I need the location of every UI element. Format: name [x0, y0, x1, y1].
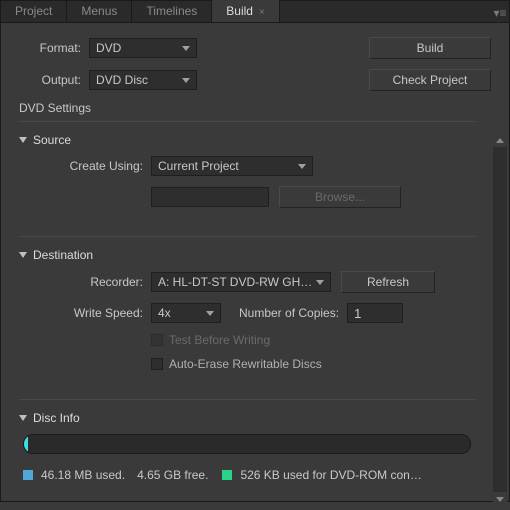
- dvd-settings-title: DVD Settings: [19, 101, 491, 115]
- destination-group: Destination Recorder: A: HL-DT-ST DVD-RW…: [19, 245, 475, 387]
- disc-usage-fill: [24, 435, 28, 453]
- disc-info-group: Disc Info 46.18 MB used. 4.65 GB free. 5…: [19, 408, 475, 488]
- chevron-down-icon: [316, 280, 324, 285]
- auto-erase-label: Auto-Erase Rewritable Discs: [169, 357, 322, 371]
- copies-input[interactable]: [347, 303, 403, 323]
- chevron-down-icon: [182, 46, 190, 51]
- source-header[interactable]: Source: [19, 130, 475, 150]
- build-panel: Format: DVD Build Output: DVD Disc Check…: [1, 23, 509, 510]
- disc-info-header[interactable]: Disc Info: [19, 408, 475, 428]
- format-dropdown[interactable]: DVD: [89, 38, 197, 58]
- scroll-track[interactable]: [493, 147, 507, 492]
- disclosure-triangle-icon: [19, 137, 27, 143]
- auto-erase-checkbox[interactable]: [151, 358, 163, 370]
- check-project-button[interactable]: Check Project: [369, 69, 491, 91]
- refresh-button[interactable]: Refresh: [341, 271, 435, 293]
- test-before-checkbox[interactable]: [151, 334, 163, 346]
- used-swatch-icon: [23, 470, 33, 480]
- copies-label: Number of Copies:: [239, 306, 339, 320]
- source-group: Source Create Using: Current Project Bro…: [19, 130, 475, 224]
- output-dropdown[interactable]: DVD Disc: [89, 70, 197, 90]
- chevron-down-icon: [206, 311, 214, 316]
- chevron-down-icon: [298, 164, 306, 169]
- close-icon[interactable]: ×: [259, 7, 265, 18]
- browse-button[interactable]: Browse...: [279, 186, 401, 208]
- recorder-dropdown[interactable]: A: HL-DT-ST DVD-RW GH…: [151, 272, 331, 292]
- disc-usage-bar: [23, 434, 471, 454]
- disc-legend: 46.18 MB used. 4.65 GB free. 526 KB used…: [23, 468, 471, 482]
- tab-menus[interactable]: Menus: [67, 0, 132, 22]
- rom-swatch-icon: [222, 470, 232, 480]
- create-using-dropdown[interactable]: Current Project: [151, 156, 313, 176]
- vertical-scrollbar[interactable]: [493, 133, 507, 506]
- panel-menu-icon[interactable]: ▾≡: [491, 4, 509, 22]
- write-speed-label: Write Speed:: [23, 306, 151, 320]
- disc-rom-text: 526 KB used for DVD-ROM con…: [240, 468, 421, 482]
- triangle-up-icon: [496, 138, 504, 143]
- chevron-down-icon: [182, 78, 190, 83]
- disclosure-triangle-icon: [19, 415, 27, 421]
- recorder-label: Recorder:: [23, 275, 151, 289]
- source-path-input[interactable]: [151, 187, 269, 207]
- tab-timelines[interactable]: Timelines: [132, 0, 212, 22]
- scroll-up-button[interactable]: [493, 133, 507, 147]
- format-label: Format:: [19, 41, 89, 55]
- tab-project[interactable]: Project: [1, 0, 67, 22]
- tab-bar: Project Menus Timelines Build× ▾≡: [1, 1, 509, 23]
- tab-build[interactable]: Build×: [212, 0, 280, 22]
- scroll-down-button[interactable]: [493, 492, 507, 506]
- output-label: Output:: [19, 73, 89, 87]
- disc-free-text: 4.65 GB free.: [137, 468, 208, 482]
- disclosure-triangle-icon: [19, 252, 27, 258]
- destination-header[interactable]: Destination: [19, 245, 475, 265]
- triangle-down-icon: [496, 497, 504, 502]
- create-using-label: Create Using:: [23, 159, 151, 173]
- test-before-label: Test Before Writing: [169, 333, 270, 347]
- write-speed-dropdown[interactable]: 4x: [151, 303, 221, 323]
- build-button[interactable]: Build: [369, 37, 491, 59]
- disc-used-text: 46.18 MB used.: [41, 468, 125, 482]
